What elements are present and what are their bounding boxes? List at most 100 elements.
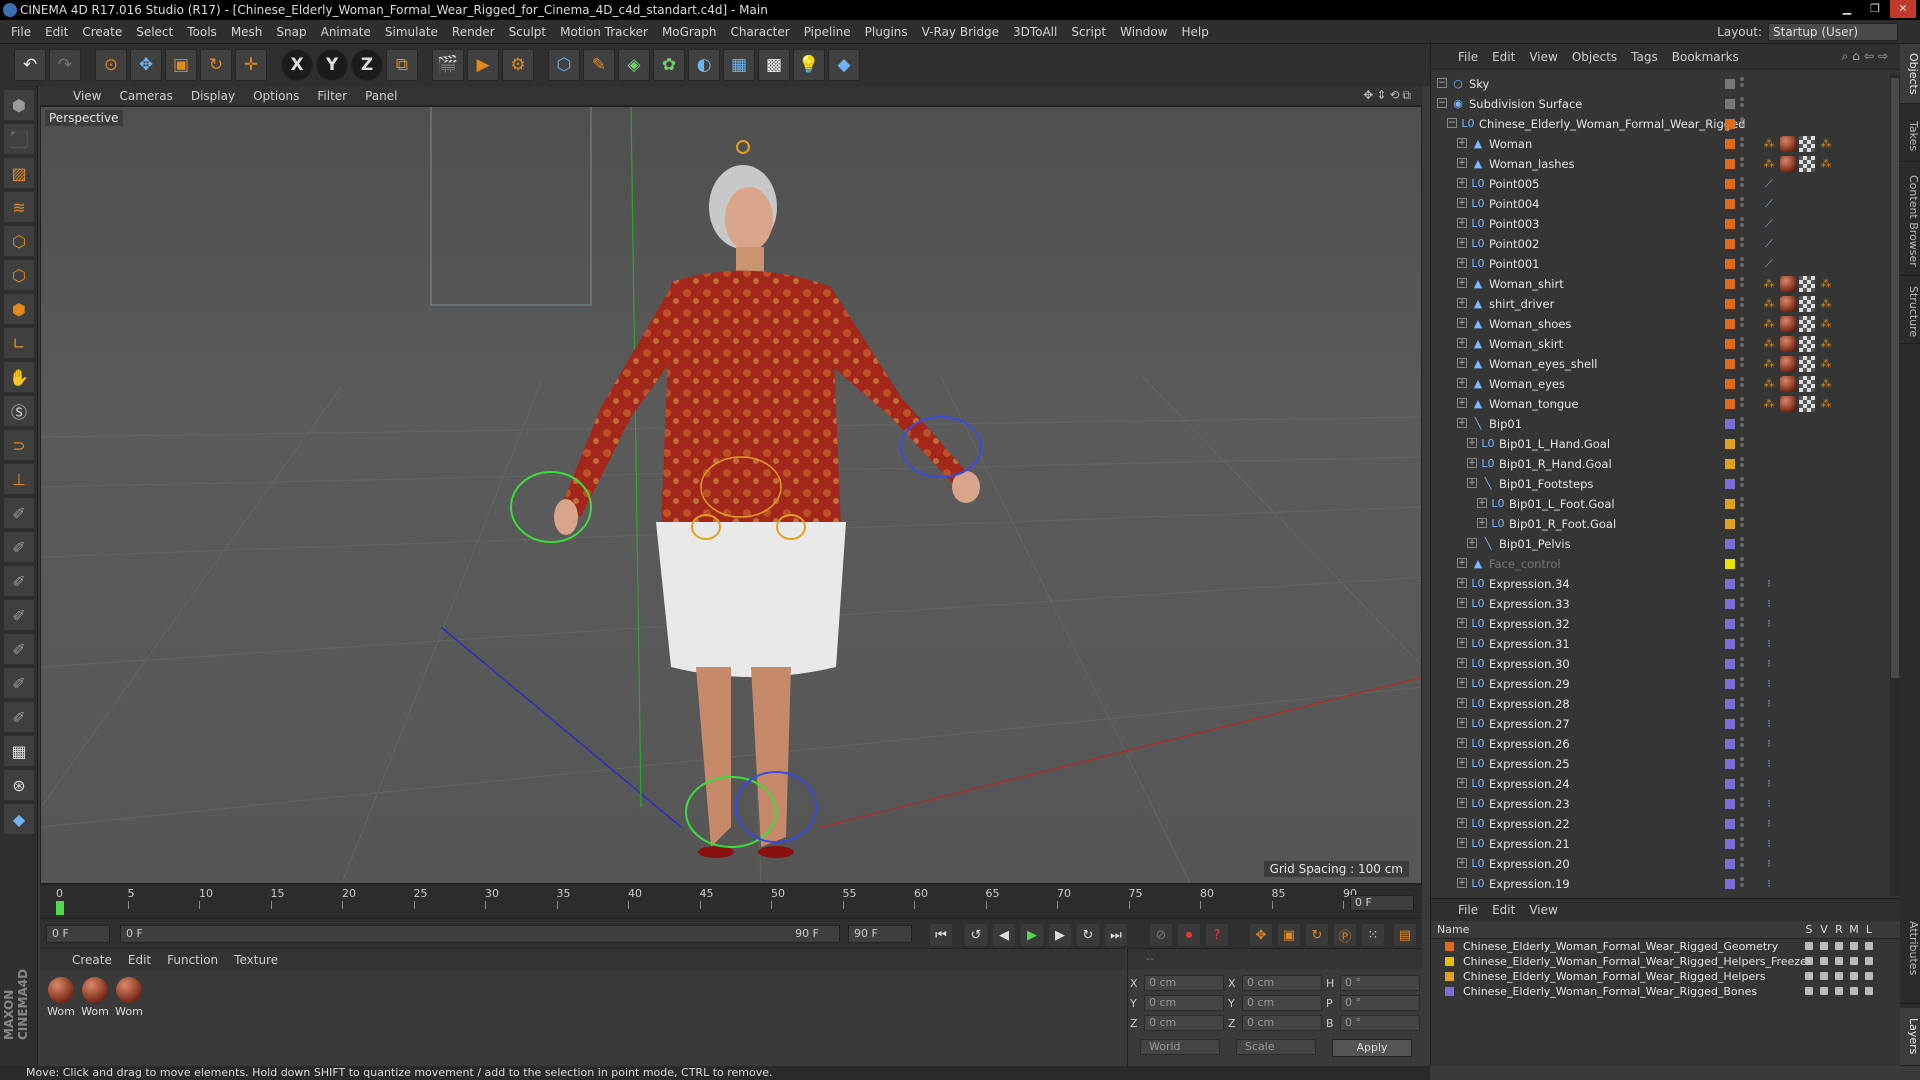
expand-toggle-icon[interactable]: − bbox=[1447, 118, 1457, 128]
x-axis-lock-icon[interactable]: X bbox=[281, 49, 313, 81]
menu-plugins[interactable]: Plugins bbox=[858, 25, 915, 39]
viewport-menu-display[interactable]: Display bbox=[182, 89, 244, 103]
layer-color-swatch[interactable] bbox=[1725, 419, 1735, 429]
coord-value-field[interactable]: 0 cm bbox=[1144, 975, 1224, 991]
expand-toggle-icon[interactable]: + bbox=[1457, 398, 1467, 408]
layer-color-swatch[interactable] bbox=[1725, 719, 1735, 729]
perspective-viewport[interactable]: Perspective Grid Spacing : 100 cm bbox=[40, 106, 1422, 884]
expand-toggle-icon[interactable]: + bbox=[1457, 218, 1467, 228]
visibility-dots[interactable] bbox=[1740, 877, 1745, 891]
layer-color-swatch[interactable] bbox=[1725, 279, 1735, 289]
parameter-key-icon[interactable]: Ⓟ bbox=[1334, 924, 1356, 946]
layer-menu-edit[interactable]: Edit bbox=[1485, 903, 1522, 917]
object-menu-objects[interactable]: Objects bbox=[1565, 50, 1624, 64]
play-icon[interactable]: ▶ bbox=[1021, 924, 1043, 946]
visibility-dots[interactable] bbox=[1740, 697, 1745, 711]
camera-icon[interactable]: ▩ bbox=[758, 49, 790, 81]
tag-icon[interactable]: ⁂ bbox=[1761, 336, 1777, 352]
coord-value-field[interactable]: 0 cm bbox=[1144, 1015, 1224, 1031]
layer-color-swatch[interactable] bbox=[1725, 219, 1735, 229]
spline-pen-icon[interactable]: ✎ bbox=[583, 49, 615, 81]
undo-icon[interactable]: ↶ bbox=[14, 49, 46, 81]
material-item[interactable]: Wom bbox=[114, 977, 144, 1018]
visibility-dots[interactable] bbox=[1740, 237, 1745, 251]
expand-toggle-icon[interactable]: + bbox=[1457, 358, 1467, 368]
object-row[interactable]: + L0 Expression.22 ⁝ bbox=[1431, 814, 1891, 834]
menu-create[interactable]: Create bbox=[75, 25, 129, 39]
tag-icon[interactable] bbox=[1780, 356, 1796, 372]
material-menu-texture[interactable]: Texture bbox=[226, 953, 286, 967]
cube-primitive-icon[interactable]: ⬡ bbox=[548, 49, 580, 81]
expand-toggle-icon[interactable]: + bbox=[1457, 178, 1467, 188]
object-row[interactable]: + L0 Bip01_R_Hand.Goal bbox=[1431, 454, 1891, 474]
tag-icon[interactable]: ⁂ bbox=[1818, 336, 1834, 352]
coord-value-field[interactable]: 0 cm bbox=[1242, 995, 1322, 1011]
layer-flag-toggle[interactable] bbox=[1820, 987, 1828, 995]
layer-color-swatch[interactable] bbox=[1725, 879, 1735, 889]
menu-pipeline[interactable]: Pipeline bbox=[797, 25, 858, 39]
layer-flag-toggle[interactable] bbox=[1805, 972, 1813, 980]
expand-toggle-icon[interactable]: + bbox=[1457, 878, 1467, 888]
live-selection-icon[interactable]: ⊙ bbox=[95, 49, 127, 81]
subdivision-generator-icon[interactable]: ◈ bbox=[618, 49, 650, 81]
material-item[interactable]: Wom bbox=[46, 977, 76, 1018]
tag-icon[interactable]: ⁂ bbox=[1761, 136, 1777, 152]
viewport-menu-panel[interactable]: Panel bbox=[356, 89, 406, 103]
visibility-dots[interactable] bbox=[1740, 97, 1745, 111]
playhead-marker[interactable] bbox=[56, 901, 64, 915]
expand-toggle-icon[interactable]: + bbox=[1477, 498, 1487, 508]
expand-toggle-icon[interactable]: + bbox=[1457, 238, 1467, 248]
tag-icon[interactable]: ⟋ bbox=[1761, 176, 1777, 192]
tag-icon[interactable]: ⁝ bbox=[1761, 576, 1777, 592]
layer-flag-toggle[interactable] bbox=[1820, 942, 1828, 950]
expand-toggle-icon[interactable]: + bbox=[1457, 858, 1467, 868]
visibility-dots[interactable] bbox=[1740, 277, 1745, 291]
layer-color-swatch[interactable] bbox=[1445, 987, 1454, 996]
layer-color-swatch[interactable] bbox=[1725, 79, 1735, 89]
coord-value-field[interactable]: 0 ° bbox=[1340, 995, 1420, 1011]
coordinate-space-dropdown[interactable]: World bbox=[1140, 1039, 1220, 1055]
tag-icon[interactable] bbox=[1799, 156, 1815, 172]
polygons-mode-icon[interactable]: ⬢ bbox=[4, 294, 34, 324]
object-menu-edit[interactable]: Edit bbox=[1485, 50, 1522, 64]
tag-icon[interactable] bbox=[1799, 336, 1815, 352]
render-settings-icon[interactable]: ⚙ bbox=[502, 49, 534, 81]
scale-tool-icon[interactable]: ▣ bbox=[165, 49, 197, 81]
layer-flag-toggle[interactable] bbox=[1865, 972, 1873, 980]
expand-toggle-icon[interactable]: + bbox=[1457, 278, 1467, 288]
tag-icon[interactable]: ⁂ bbox=[1818, 376, 1834, 392]
object-row[interactable]: + L0 Expression.30 ⁝ bbox=[1431, 654, 1891, 674]
tag-icon[interactable] bbox=[1799, 376, 1815, 392]
expand-toggle-icon[interactable]: + bbox=[1457, 618, 1467, 628]
tag-icon[interactable]: ⁝ bbox=[1761, 816, 1777, 832]
expand-toggle-icon[interactable]: + bbox=[1467, 438, 1477, 448]
visibility-dots[interactable] bbox=[1740, 257, 1745, 271]
expand-toggle-icon[interactable]: + bbox=[1457, 638, 1467, 648]
expand-toggle-icon[interactable]: + bbox=[1457, 798, 1467, 808]
expand-toggle-icon[interactable]: + bbox=[1457, 778, 1467, 788]
visibility-dots[interactable] bbox=[1740, 417, 1745, 431]
light-icon[interactable]: 💡 bbox=[793, 49, 825, 81]
tag-icon[interactable]: ⁂ bbox=[1761, 396, 1777, 412]
tag-icon[interactable]: ⁂ bbox=[1818, 356, 1834, 372]
object-row[interactable]: + L0 Bip01_L_Foot.Goal bbox=[1431, 494, 1891, 514]
layer-color-swatch[interactable] bbox=[1725, 299, 1735, 309]
tag-icon[interactable]: ⟋ bbox=[1761, 236, 1777, 252]
layer-color-swatch[interactable] bbox=[1725, 319, 1735, 329]
visibility-dots[interactable] bbox=[1740, 617, 1745, 631]
expand-toggle-icon[interactable]: + bbox=[1457, 158, 1467, 168]
menu-select[interactable]: Select bbox=[129, 25, 180, 39]
object-row[interactable]: + ▲ Woman_shirt ⁂ ⁂ bbox=[1431, 274, 1891, 294]
apply-button[interactable]: Apply bbox=[1332, 1039, 1412, 1057]
viewport-menu-filter[interactable]: Filter bbox=[308, 89, 356, 103]
visibility-dots[interactable] bbox=[1740, 857, 1745, 871]
tag-icon[interactable] bbox=[1799, 136, 1815, 152]
keyframe-selection-icon[interactable]: ? bbox=[1206, 924, 1228, 946]
tag-icon[interactable]: ⁂ bbox=[1818, 296, 1834, 312]
expand-toggle-icon[interactable]: + bbox=[1457, 758, 1467, 768]
object-row[interactable]: + L0 Point001 ⟋ bbox=[1431, 254, 1891, 274]
layer-flag-toggle[interactable] bbox=[1805, 987, 1813, 995]
edges-mode-icon[interactable]: ⬡ bbox=[4, 260, 34, 290]
layer-color-swatch[interactable] bbox=[1725, 439, 1735, 449]
tag-icon[interactable]: ⁝ bbox=[1761, 676, 1777, 692]
